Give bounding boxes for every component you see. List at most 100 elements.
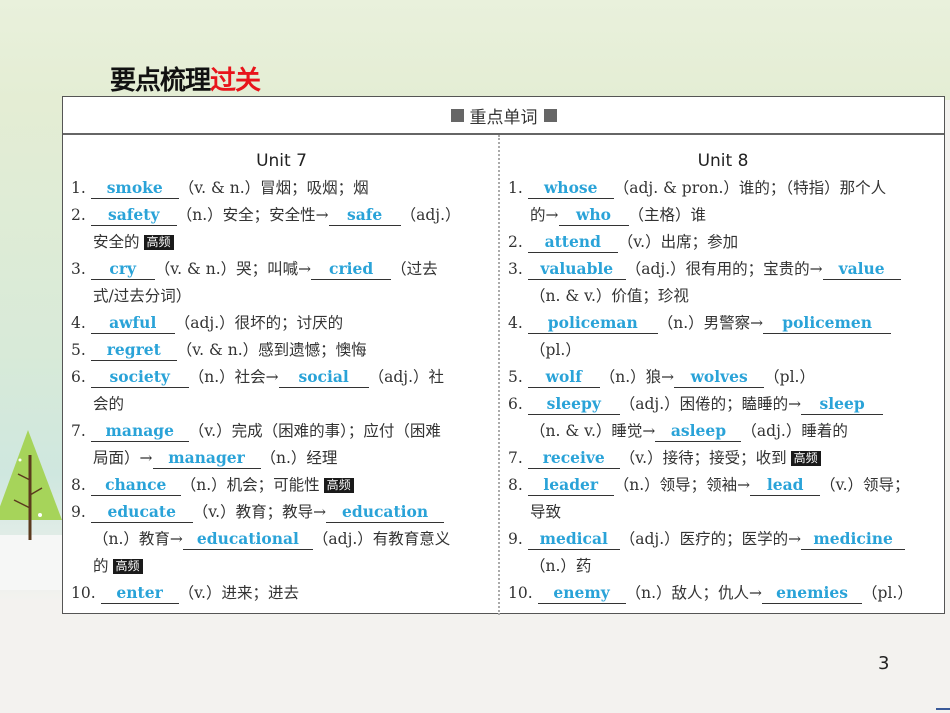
answer-blank: manage xyxy=(90,421,189,442)
item-text: 10. xyxy=(71,584,96,602)
item-text: （n.）经理 xyxy=(260,449,338,467)
list-item: 1. whose （adj. & pron.）谁的；（特指）那个人 xyxy=(508,175,938,202)
list-item: 10. enter （v.）进来；进去 xyxy=(71,580,492,607)
answer-blank: enter xyxy=(100,583,179,604)
answer-blank: sleepy xyxy=(527,394,620,415)
answer-blank: lead xyxy=(750,475,821,496)
answer-blank: manager xyxy=(152,448,261,469)
item-text: （v. & n.）感到遗憾；懊悔 xyxy=(176,341,367,359)
answer-blank: sleep xyxy=(801,394,884,415)
page-title: 要点梳理过关 xyxy=(110,60,261,97)
title-main: 要点梳理 xyxy=(110,66,211,96)
item-text: （v. & n.）冒烟；吸烟；烟 xyxy=(178,179,369,197)
item-text: 3. xyxy=(71,260,86,278)
item-text: （n.）安全；安全性→ xyxy=(176,206,329,224)
list-item: 2. safety （n.）安全；安全性→ safe （adj.） xyxy=(71,202,492,229)
square-bullet-icon xyxy=(450,108,464,122)
item-text: （adj.）有教育意义 xyxy=(312,530,451,548)
item-text: 8. xyxy=(508,476,523,494)
item-text: （n.）教育→ xyxy=(93,530,183,548)
list-item: 9. educate （v.）教育；教导→ education xyxy=(71,499,492,526)
list-item-continuation: 导致 xyxy=(508,499,938,526)
list-item: 3. cry （v. & n.）哭；叫喊→ cried （过去 xyxy=(71,256,492,283)
item-text: 5. xyxy=(71,341,86,359)
list-item-continuation: （n.）药 xyxy=(508,553,938,580)
list-item-continuation: （n.）教育→ educational （adj.）有教育意义 xyxy=(71,526,492,553)
answer-blank: society xyxy=(90,367,189,388)
item-text: （pl.） xyxy=(862,584,913,602)
unit-title: Unit 7 xyxy=(256,151,307,171)
answer-blank: medical xyxy=(527,529,620,550)
list-item: 5. regret （v. & n.）感到遗憾；懊悔 xyxy=(71,337,492,364)
list-item-continuation: 会的 xyxy=(71,391,492,418)
answer-blank: safety xyxy=(90,205,177,226)
list-item: 7. receive （v.）接待；接受；收到 高频 xyxy=(508,445,938,472)
list-item: 4. policeman （n.）男警察→ policemen xyxy=(508,310,938,337)
answer-blank: attend xyxy=(527,232,618,253)
list-item: 4. awful （adj.）很坏的；讨厌的 xyxy=(71,310,492,337)
item-text: （v.）领导； xyxy=(820,476,910,494)
item-text: （n.）敌人；仇人→ xyxy=(625,584,763,602)
item-text: （adj. & pron.）谁的；（特指）那个人 xyxy=(613,179,887,197)
answer-blank: educate xyxy=(90,502,193,523)
list-item-continuation: 安全的 高频 xyxy=(71,229,492,256)
item-text: （v.）接待；接受；收到 xyxy=(619,449,787,467)
item-text: （n.）机会；可能性 xyxy=(180,476,320,494)
item-text: 导致 xyxy=(530,503,562,521)
list-item: 6. sleepy （adj.）困倦的；瞌睡的→ sleep xyxy=(508,391,938,418)
item-text: （过去 xyxy=(391,260,438,278)
list-item-continuation: （pl.） xyxy=(508,337,938,364)
item-text: （n.）领导；领袖→ xyxy=(613,476,751,494)
item-text: 2. xyxy=(508,233,523,251)
answer-blank: who xyxy=(558,205,629,226)
list-item: 10. enemy （n.）敌人；仇人→ enemies （pl.） xyxy=(508,580,938,607)
item-text: （adj.）睡着的 xyxy=(741,422,848,440)
item-text: （n. & v.）睡觉→ xyxy=(530,422,656,440)
unit-title: Unit 8 xyxy=(697,151,749,171)
answer-blank: awful xyxy=(90,313,175,334)
item-text: 3. xyxy=(508,260,523,278)
item-text: （v.）进来；进去 xyxy=(178,584,299,602)
item-text: （adj.）社 xyxy=(368,368,445,386)
item-text: （v.）出席；参加 xyxy=(617,233,739,251)
item-text: 2. xyxy=(71,206,86,224)
item-text: （n.）社会→ xyxy=(188,368,279,386)
answer-blank: policeman xyxy=(527,313,658,334)
answer-blank: policemen xyxy=(763,313,892,334)
item-text: 式/过去分词） xyxy=(93,287,192,305)
list-item: 3. valuable （adj.）很有用的；宝贵的→ value xyxy=(508,256,938,283)
answer-blank: enemy xyxy=(537,583,626,604)
item-text: （n.）药 xyxy=(530,557,592,575)
item-text: 1. xyxy=(71,179,86,197)
answer-blank: cry xyxy=(90,259,155,280)
list-item: 8. chance （n.）机会；可能性 高频 xyxy=(71,472,492,499)
item-text: 局面）→ xyxy=(93,449,153,467)
list-item-continuation: 的高频 xyxy=(71,553,492,580)
answer-blank: asleep xyxy=(655,421,742,442)
item-text: （主格）谁 xyxy=(628,206,707,224)
list-item: 2. attend （v.）出席；参加 xyxy=(508,229,938,256)
answer-blank: valuable xyxy=(527,259,626,280)
answer-blank: value xyxy=(822,259,901,280)
item-text: 7. xyxy=(508,449,523,467)
vocabulary-table: 重点单词 Unit 7 1. smoke （v. & n.）冒烟；吸烟；烟 2. … xyxy=(62,96,945,615)
square-bullet-icon xyxy=(543,108,557,122)
list-item: 6. society （n.）社会→ social （adj.）社 xyxy=(71,364,492,391)
answer-blank: cried xyxy=(311,259,392,280)
list-item-continuation: 式/过去分词） xyxy=(71,283,492,310)
answer-blank: smoke xyxy=(90,178,179,199)
item-text: 6. xyxy=(508,395,523,413)
answer-blank: wolf xyxy=(527,367,600,388)
high-frequency-tag: 高频 xyxy=(790,451,821,466)
item-text: 会的 xyxy=(93,395,125,413)
item-text: （v.）教育；教导→ xyxy=(192,503,327,521)
item-text: 的→ xyxy=(530,206,559,224)
item-text: 7. xyxy=(71,422,86,440)
item-text: （adj.）医疗的；医学的→ xyxy=(619,530,802,548)
list-item-continuation: 的→ who （主格）谁 xyxy=(508,202,938,229)
tree-illustration-icon xyxy=(0,430,62,590)
item-text: （adj.） xyxy=(400,206,461,224)
item-text: 8. xyxy=(71,476,86,494)
item-text: 1. xyxy=(508,179,523,197)
answer-blank: educational xyxy=(182,529,313,550)
